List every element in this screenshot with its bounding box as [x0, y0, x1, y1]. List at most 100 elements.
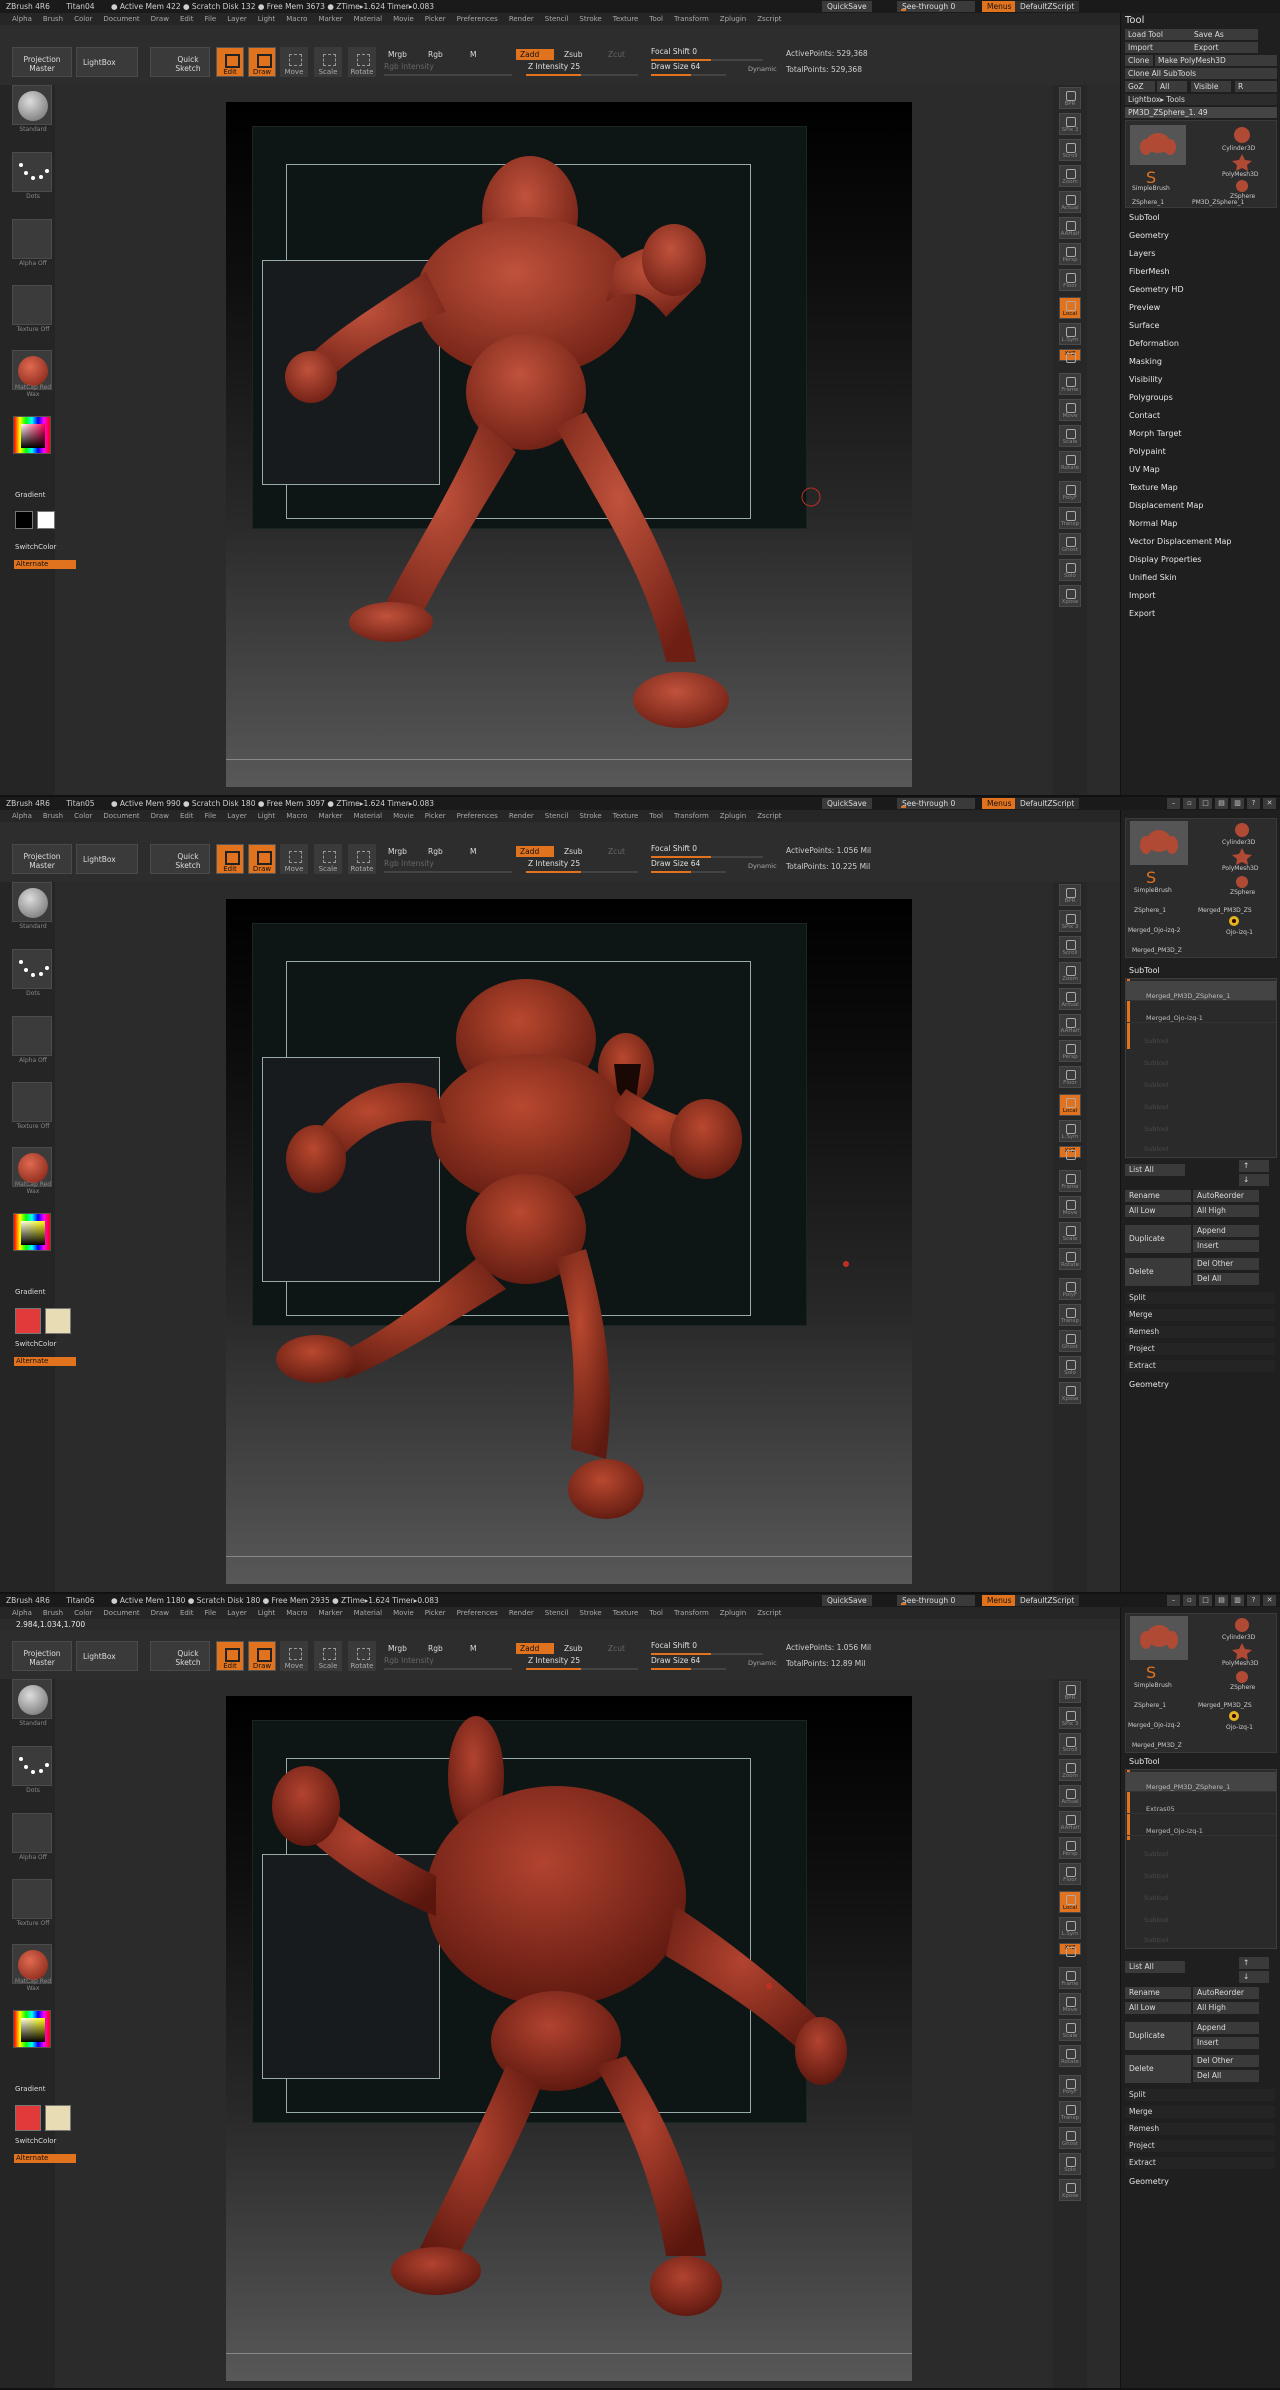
- remesh-button[interactable]: Remesh: [1125, 1326, 1275, 1338]
- persp-button[interactable]: Persp: [1059, 1040, 1081, 1062]
- scale-mode-button[interactable]: Scale: [314, 1641, 342, 1671]
- draw-size-slider[interactable]: Draw Size 64: [651, 62, 726, 76]
- append-button[interactable]: Append: [1193, 2022, 1259, 2034]
- tool-thumb-simplebrush[interactable]: S: [1142, 1662, 1162, 1682]
- canvas-viewport[interactable]: [226, 899, 912, 1584]
- local-button[interactable]: Local: [1059, 1891, 1081, 1913]
- menu-transform[interactable]: Transform: [674, 15, 709, 23]
- menu-draw[interactable]: Draw: [151, 1609, 169, 1617]
- menu-stroke[interactable]: Stroke: [579, 1609, 601, 1617]
- secondary-color-swatch[interactable]: [37, 511, 55, 529]
- mrgb-button[interactable]: Mrgb: [384, 1643, 411, 1654]
- menus-toggle[interactable]: Menus: [982, 1, 1017, 12]
- dynamic-toggle[interactable]: Dynamic: [744, 861, 781, 872]
- see-through-slider[interactable]: See-through 0: [897, 798, 975, 809]
- see-through-slider[interactable]: See-through 0: [897, 1, 975, 12]
- menu-transform[interactable]: Transform: [674, 1609, 709, 1617]
- rotate-mode-button[interactable]: Rotate: [348, 1641, 376, 1671]
- zadd-button[interactable]: Zadd: [516, 1643, 554, 1654]
- switchcolor-button[interactable]: SwitchColor: [15, 543, 56, 551]
- tool-thumb-zsphere[interactable]: [1230, 1670, 1254, 1684]
- menu-light[interactable]: Light: [258, 1609, 275, 1617]
- aahalf-button[interactable]: AAHalf: [1059, 1014, 1081, 1036]
- menu-color[interactable]: Color: [74, 812, 92, 820]
- projection-master-button[interactable]: Projection Master: [12, 47, 72, 77]
- menu-edit[interactable]: Edit: [180, 812, 194, 820]
- texture-thumbnail[interactable]: Texture Off: [12, 285, 52, 333]
- lightbox-button[interactable]: LightBox: [76, 47, 138, 77]
- del-all-button[interactable]: Del All: [1193, 1273, 1259, 1285]
- layers-section[interactable]: Layers: [1129, 249, 1155, 258]
- dock-icon[interactable]: ▥: [1231, 1595, 1244, 1606]
- duplicate-button[interactable]: Duplicate: [1125, 1225, 1191, 1253]
- stroke-thumbnail[interactable]: Dots: [12, 949, 52, 997]
- transp-button[interactable]: Transp: [1059, 1304, 1081, 1326]
- subtool-up-arrow[interactable]: ↑: [1239, 1957, 1269, 1969]
- move-view-button[interactable]: Move: [1059, 399, 1081, 421]
- main-color-swatch[interactable]: [15, 1308, 41, 1334]
- projection-master-button[interactable]: Projection Master: [12, 844, 72, 874]
- goz-r-button[interactable]: R: [1235, 81, 1277, 92]
- local-button[interactable]: Local: [1059, 297, 1081, 319]
- local-button[interactable]: Local: [1059, 1094, 1081, 1116]
- maximize-icon[interactable]: □: [1199, 798, 1212, 809]
- polypaint-section[interactable]: Polypaint: [1129, 447, 1166, 456]
- gradient-label[interactable]: Gradient: [15, 491, 45, 499]
- xpose-button[interactable]: Xpose: [1059, 2179, 1081, 2201]
- tool-thumb-active[interactable]: [1130, 125, 1186, 165]
- scroll-button[interactable]: Scroll: [1059, 139, 1081, 161]
- menu-zplugin[interactable]: Zplugin: [720, 15, 746, 23]
- menu-marker[interactable]: Marker: [318, 15, 342, 23]
- draw-mode-button[interactable]: Draw: [248, 1641, 276, 1671]
- autoreorder-button[interactable]: AutoReorder: [1193, 1190, 1259, 1202]
- move-view-button[interactable]: Move: [1059, 1993, 1081, 2015]
- edit-mode-button[interactable]: Edit: [216, 47, 244, 77]
- bpr-button[interactable]: BPR: [1059, 884, 1081, 906]
- canvas-viewport[interactable]: [226, 102, 912, 787]
- switchcolor-button[interactable]: SwitchColor: [15, 1340, 56, 1348]
- scroll-button[interactable]: Scroll: [1059, 936, 1081, 958]
- ghost-button[interactable]: Ghost: [1059, 533, 1081, 555]
- menu-preferences[interactable]: Preferences: [457, 812, 498, 820]
- menu-light[interactable]: Light: [258, 15, 275, 23]
- polyf-button[interactable]: PolyF: [1059, 481, 1081, 503]
- menu-render[interactable]: Render: [509, 812, 534, 820]
- switchcolor-button[interactable]: SwitchColor: [15, 2137, 56, 2145]
- menu-zplugin[interactable]: Zplugin: [720, 1609, 746, 1617]
- del-other-button[interactable]: Del Other: [1193, 2055, 1259, 2067]
- tool-thumb-polymesh[interactable]: [1230, 1642, 1254, 1660]
- menu-picker[interactable]: Picker: [425, 812, 446, 820]
- xyz-button[interactable]: XYZ: [1059, 349, 1081, 363]
- menu-brush[interactable]: Brush: [43, 15, 63, 23]
- rgb-intensity-slider[interactable]: Rgb Intensity: [384, 859, 512, 873]
- contact-section[interactable]: Contact: [1129, 411, 1160, 420]
- help-icon[interactable]: ?: [1247, 798, 1260, 809]
- menu-tool[interactable]: Tool: [649, 1609, 663, 1617]
- lightbox-tools-button[interactable]: Lightbox▸ Tools: [1125, 94, 1277, 105]
- ghost-button[interactable]: Ghost: [1059, 2127, 1081, 2149]
- menu-zscript[interactable]: Zscript: [757, 1609, 781, 1617]
- subtool-item[interactable]: Extras05: [1126, 1794, 1276, 1814]
- focal-shift-slider[interactable]: Focal Shift 0: [651, 1641, 763, 1655]
- project-button[interactable]: Project: [1125, 2140, 1275, 2152]
- mrgb-button[interactable]: Mrgb: [384, 49, 411, 60]
- m-button[interactable]: M: [466, 846, 480, 857]
- tool-thumb-simplebrush[interactable]: S: [1142, 167, 1162, 187]
- quicksave-button[interactable]: QuickSave: [822, 1595, 872, 1606]
- menu-stencil[interactable]: Stencil: [545, 15, 569, 23]
- floor-button[interactable]: Floor: [1059, 1066, 1081, 1088]
- lsym-button[interactable]: L.Sym: [1059, 1917, 1081, 1939]
- close-icon[interactable]: ✕: [1263, 798, 1276, 809]
- zsub-button[interactable]: Zsub: [560, 49, 587, 60]
- merge-button[interactable]: Merge: [1125, 2106, 1275, 2118]
- subtool-section[interactable]: SubTool: [1129, 1757, 1160, 1766]
- displacement-map-section[interactable]: Displacement Map: [1129, 501, 1203, 510]
- xpose-button[interactable]: Xpose: [1059, 585, 1081, 607]
- maximize-icon[interactable]: □: [1199, 1595, 1212, 1606]
- all-high-button[interactable]: All High: [1193, 1205, 1259, 1217]
- draw-mode-button[interactable]: Draw: [248, 47, 276, 77]
- rename-button[interactable]: Rename: [1125, 1190, 1191, 1202]
- edit-mode-button[interactable]: Edit: [216, 844, 244, 874]
- minimize-icon[interactable]: –: [1167, 1595, 1180, 1606]
- menu-file[interactable]: File: [205, 15, 217, 23]
